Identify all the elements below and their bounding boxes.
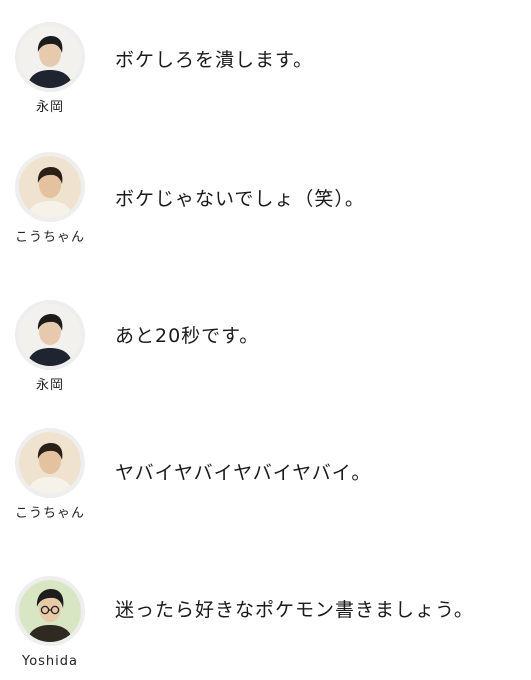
person-light-background-icon xyxy=(19,156,81,218)
message-row: 永岡 ボケしろを潰します。 xyxy=(0,22,531,132)
speaker-block: 永岡 xyxy=(10,300,90,396)
message-text: ボケじゃないでしょ（笑）。 xyxy=(115,188,365,210)
message-text: ヤバイヤバイヤバイヤバイ。 xyxy=(115,462,372,484)
message-text: あと20秒です。 xyxy=(115,325,260,347)
message-row: こうちゃん ボケじゃないでしょ（笑）。 xyxy=(0,152,531,272)
person-glasses-icon xyxy=(19,580,81,642)
speaker-block: こうちゃん xyxy=(10,428,90,524)
speaker-name: こうちゃん xyxy=(14,506,85,521)
message-text: 迷ったら好きなポケモン書きましょう。 xyxy=(115,599,474,621)
person-dark-hair-icon xyxy=(19,26,81,88)
speaker-block: こうちゃん xyxy=(10,152,90,248)
speaker-name: こうちゃん xyxy=(14,230,85,245)
speaker-block: 永岡 xyxy=(10,22,90,118)
person-light-background-icon xyxy=(19,432,81,494)
speaker-block: Yoshida xyxy=(10,576,90,672)
avatar xyxy=(15,300,85,370)
message-row: Yoshida 迷ったら好きなポケモン書きましょう。 xyxy=(0,576,531,680)
avatar xyxy=(15,22,85,92)
speaker-name: 永岡 xyxy=(35,378,64,393)
message-text: ボケしろを潰します。 xyxy=(115,49,314,71)
chat-transcript: 永岡 ボケしろを潰します。 こうちゃん ボケじゃないでしょ（笑）。 永岡 あと2… xyxy=(0,0,531,680)
speaker-name: 永岡 xyxy=(35,100,64,115)
avatar xyxy=(15,428,85,498)
avatar xyxy=(15,152,85,222)
message-row: こうちゃん ヤバイヤバイヤバイヤバイ。 xyxy=(0,428,531,548)
avatar xyxy=(15,576,85,646)
person-dark-hair-icon xyxy=(19,304,81,366)
speaker-name: Yoshida xyxy=(21,654,78,669)
message-row: 永岡 あと20秒です。 xyxy=(0,300,531,410)
